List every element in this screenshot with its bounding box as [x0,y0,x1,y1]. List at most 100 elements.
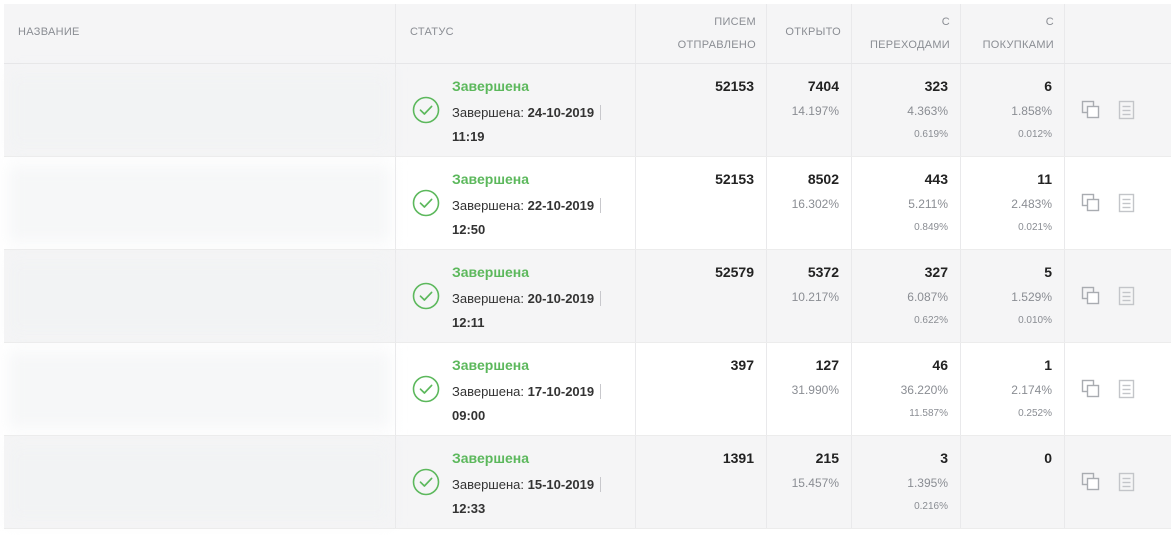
sent-count: 52153 [715,171,754,187]
sent-count: 397 [730,357,754,373]
document-icon[interactable] [1117,472,1137,492]
purchases-count: 11 [1037,171,1052,187]
header-sent[interactable]: ПИСЕМ ОТПРАВЛЕНО [636,4,767,63]
blurred-background [8,258,391,336]
header-sent-line2: ОТПРАВЛЕНО [677,39,756,51]
clicks-percent: 36.220% [900,383,948,397]
table-row[interactable]: Завершена Завершена: 22-10-2019 12:50 52… [4,157,1171,250]
header-status[interactable]: СТАТУС [396,4,636,63]
purchases-cell: 6 1.858% 0.012% [961,64,1065,156]
purchases-cell: 11 2.483% 0.021% [961,157,1065,249]
finished-date: Завершена: 15-10-2019 [452,477,602,492]
finished-date: Завершена: 24-10-2019 [452,105,602,120]
header-clicks[interactable]: С ПЕРЕХОДАМИ [852,4,961,63]
actions-cell [1065,64,1171,156]
table-row[interactable]: Завершена Завершена: 15-10-2019 12:33 13… [4,436,1171,529]
finished-time-value: 09:00 [452,408,486,423]
status-label: Завершена [452,78,530,94]
purchases-cell: 0 [961,436,1065,528]
finished-date-value: 20-10-2019 [527,291,595,306]
blurred-background [8,444,391,522]
header-clicks-line1: С [941,16,950,28]
sent-count: 52153 [715,78,754,94]
date-separator [600,291,602,306]
table-row[interactable]: Завершена Завершена: 17-10-2019 09:00 39… [4,343,1171,436]
purchases-percent: 1.858% [1011,104,1052,118]
sent-cell: 397 [636,343,767,435]
copy-icon[interactable] [1081,193,1101,213]
opened-count: 127 [815,357,839,373]
opened-cell: 215 15.457% [767,436,852,528]
date-separator [600,105,602,120]
clicks-percent-total: 0.619% [914,129,948,140]
purchases-percent-total: 0.012% [1018,129,1052,140]
finished-label: Завершена: [452,384,524,399]
status-cell: Завершена Завершена: 22-10-2019 12:50 [396,157,636,249]
actions-cell [1065,157,1171,249]
check-circle-icon [412,96,440,124]
sent-cell: 1391 [636,436,767,528]
clicks-count: 3 [940,450,948,466]
clicks-cell: 327 6.087% 0.622% [852,250,961,342]
document-icon[interactable] [1117,379,1137,399]
table-row[interactable]: Завершена Завершена: 20-10-2019 12:11 52… [4,250,1171,343]
status-cell: Завершена Завершена: 17-10-2019 09:00 [396,343,636,435]
opened-percent: 16.302% [791,197,839,211]
header-clicks-label: С ПЕРЕХОДАМИ [852,4,960,57]
finished-time-value: 12:33 [452,501,486,516]
purchases-percent-total: 0.010% [1018,315,1052,326]
purchases-percent: 1.529% [1011,290,1052,304]
copy-icon[interactable] [1081,379,1101,399]
finished-date-value: 22-10-2019 [527,198,595,213]
finished-date-value: 17-10-2019 [527,384,595,399]
campaign-name-cell[interactable] [4,436,396,528]
opened-count: 215 [815,450,839,466]
actions-cell [1065,436,1171,528]
campaign-name-cell[interactable] [4,157,396,249]
copy-icon[interactable] [1081,100,1101,120]
campaign-name-cell[interactable] [4,64,396,156]
date-separator [600,384,602,399]
check-circle-icon [412,468,440,496]
opened-cell: 7404 14.197% [767,64,852,156]
finished-date-value: 15-10-2019 [527,477,595,492]
opened-percent: 31.990% [791,383,839,397]
opened-cell: 127 31.990% [767,343,852,435]
header-name[interactable]: НАЗВАНИЕ [4,4,396,63]
copy-icon[interactable] [1081,286,1101,306]
document-icon[interactable] [1117,193,1137,213]
clicks-percent-total: 11.587% [909,408,948,419]
header-purchases[interactable]: С ПОКУПКАМИ [961,4,1065,63]
table-header: НАЗВАНИЕ СТАТУС ПИСЕМ ОТПРАВЛЕНО ОТКРЫТО… [4,4,1171,64]
opened-percent: 14.197% [791,104,839,118]
copy-icon[interactable] [1081,472,1101,492]
finished-date: Завершена: 20-10-2019 [452,291,602,306]
finished-date-value: 24-10-2019 [527,105,595,120]
date-separator [600,477,602,492]
status-cell: Завершена Завершена: 20-10-2019 12:11 [396,250,636,342]
header-purchases-line1: С [1045,16,1054,28]
header-opened-label: ОТКРЫТО [785,26,841,38]
opened-count: 5372 [807,264,839,280]
actions-cell [1065,343,1171,435]
status-label: Завершена [452,171,530,187]
finished-time-value: 12:11 [452,315,485,330]
finished-date: Завершена: 22-10-2019 [452,198,602,213]
finished-label: Завершена: [452,291,524,306]
header-opened[interactable]: ОТКРЫТО [767,4,852,63]
sent-count: 1391 [722,450,754,466]
finished-label: Завершена: [452,198,524,213]
finished-time-value: 12:50 [452,222,486,237]
document-icon[interactable] [1117,100,1137,120]
clicks-percent: 4.363% [907,104,948,118]
document-icon[interactable] [1117,286,1137,306]
table-body: Завершена Завершена: 24-10-2019 11:19 52… [4,64,1171,529]
campaign-name-cell[interactable] [4,250,396,342]
table-row[interactable]: Завершена Завершена: 24-10-2019 11:19 52… [4,64,1171,157]
status-label: Завершена [452,357,530,373]
opened-count: 7404 [807,78,839,94]
status-label: Завершена [452,450,530,466]
status-cell: Завершена Завершена: 24-10-2019 11:19 [396,64,636,156]
header-purchases-label: С ПОКУПКАМИ [961,4,1064,57]
campaign-name-cell[interactable] [4,343,396,435]
